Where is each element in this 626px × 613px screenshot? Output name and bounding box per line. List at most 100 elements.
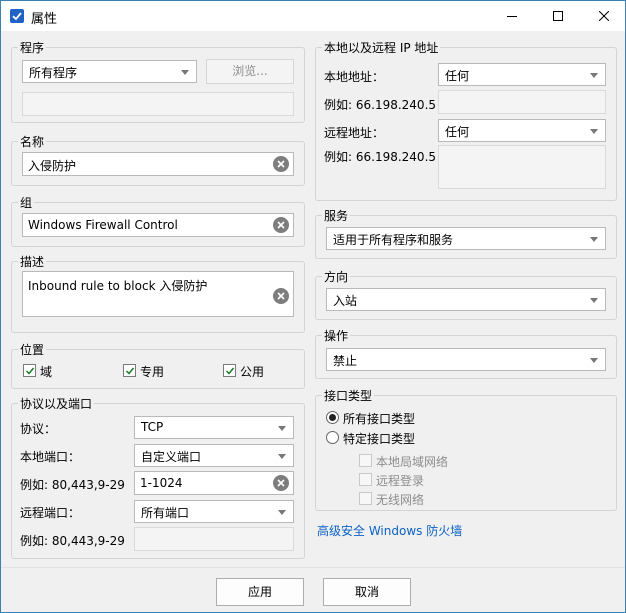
local-address-combo[interactable]: 任何 (438, 63, 606, 86)
direction-combo[interactable]: 入站 (326, 288, 606, 311)
chevron-down-icon (278, 510, 286, 515)
local-port-example: 例如: 80,443,9-29 (20, 478, 125, 492)
local-address-label: 本地地址： (324, 70, 385, 84)
chevron-down-icon (590, 358, 598, 363)
service-value: 适用于所有程序和服务 (333, 233, 454, 247)
local-address-example: 例如: 66.198.240.5 (324, 98, 437, 112)
remote-port-value: 所有端口 (141, 506, 190, 520)
direction-group: 方向 入站 (315, 268, 617, 320)
interface-remote-checkbox[interactable] (359, 473, 372, 486)
program-path-field[interactable] (22, 92, 294, 116)
addresses-legend: 本地以及远程 IP 地址 (322, 39, 441, 56)
chevron-down-icon (278, 426, 286, 431)
clear-group-button[interactable] (273, 217, 289, 233)
description-value: Inbound rule to block 入侵防护 (28, 279, 208, 293)
remote-address-example: 例如: 66.198.240.5 (324, 150, 437, 164)
interface-group: 接口类型 所有接口类型 特定接口类型 本地局域网络 远程登录 无线网络 (315, 387, 617, 511)
protocol-value: TCP (141, 420, 164, 434)
chevron-down-icon (590, 298, 598, 303)
close-icon (599, 11, 609, 21)
clear-icon (277, 292, 285, 300)
location-public-checkbox[interactable] (223, 364, 236, 377)
local-address-input[interactable] (438, 90, 606, 114)
remote-port-example: 例如: 80,443,9-29 (20, 534, 125, 548)
location-group: 位置 域 专用 公用 (11, 341, 305, 389)
description-legend: 描述 (18, 253, 47, 270)
remote-port-label: 远程端口： (20, 506, 81, 520)
description-group: 描述 Inbound rule to block 入侵防护 (11, 253, 305, 333)
group-input[interactable]: Windows Firewall Control (22, 213, 294, 237)
name-group: 名称 入侵防护 (11, 133, 305, 186)
service-group: 服务 适用于所有程序和服务 (315, 207, 617, 259)
program-combo-value: 所有程序 (29, 66, 78, 80)
local-port-label: 本地端口： (20, 450, 81, 464)
location-domain-label: 域 (40, 365, 53, 379)
interface-lan-checkbox[interactable] (359, 454, 372, 467)
window-title: 属性 (31, 12, 58, 27)
location-public-label: 公用 (240, 365, 265, 379)
local-port-combo[interactable]: 自定义端口 (134, 444, 294, 467)
action-group: 操作 禁止 (315, 327, 617, 379)
action-legend: 操作 (322, 327, 351, 344)
remote-address-value: 任何 (445, 125, 470, 139)
addresses-group: 本地以及远程 IP 地址 本地地址： 任何 例如: 66.198.240.5 远… (315, 39, 617, 201)
minimize-button[interactable] (489, 1, 535, 31)
clear-local-port-button[interactable] (273, 475, 289, 491)
group-value: Windows Firewall Control (28, 218, 178, 232)
chevron-down-icon (590, 237, 598, 242)
service-legend: 服务 (322, 207, 351, 224)
local-port-text: 1-1024 (140, 476, 183, 490)
footer-divider (1, 567, 625, 568)
local-address-value: 任何 (445, 69, 470, 83)
properties-dialog: 属性 程序 所有程序 浏览... 名称 入侵防护 组 Windows Firew… (0, 0, 626, 613)
interface-all-label: 所有接口类型 (343, 412, 416, 426)
interface-specific-radio[interactable] (326, 431, 339, 444)
name-legend: 名称 (18, 133, 47, 150)
clear-name-button[interactable] (273, 156, 289, 172)
protocol-ports-group: 协议以及端口 协议： TCP 本地端口： 自定义端口 例如: 80,443,9-… (11, 395, 305, 559)
protocol-combo[interactable]: TCP (134, 416, 294, 439)
direction-value: 入站 (333, 294, 358, 308)
close-button[interactable] (581, 1, 626, 31)
interface-wireless-label: 无线网络 (376, 493, 425, 507)
interface-all-radio[interactable] (326, 411, 339, 424)
advanced-security-link[interactable]: 高级安全 Windows 防火墙 (317, 522, 462, 539)
remote-address-label: 远程地址： (324, 126, 385, 140)
action-value: 禁止 (333, 354, 358, 368)
apply-button[interactable]: 应用 (216, 578, 304, 606)
local-port-input[interactable]: 1-1024 (134, 471, 294, 495)
title-bar: 属性 (1, 1, 625, 31)
chevron-down-icon (278, 454, 286, 459)
chevron-down-icon (590, 129, 598, 134)
remote-port-input[interactable] (134, 527, 294, 551)
group-group: 组 Windows Firewall Control (11, 194, 305, 247)
protocol-label: 协议： (20, 422, 57, 436)
remote-port-combo[interactable]: 所有端口 (134, 500, 294, 523)
interface-legend: 接口类型 (322, 387, 375, 404)
remote-address-input[interactable] (438, 145, 606, 189)
service-combo[interactable]: 适用于所有程序和服务 (326, 227, 606, 250)
maximize-button[interactable] (535, 1, 581, 31)
location-domain-checkbox[interactable] (23, 364, 36, 377)
group-legend: 组 (18, 194, 35, 211)
description-input[interactable]: Inbound rule to block 入侵防护 (22, 271, 294, 317)
cancel-button[interactable]: 取消 (323, 578, 411, 606)
clear-icon (277, 221, 285, 229)
name-value: 入侵防护 (28, 159, 77, 173)
direction-legend: 方向 (322, 268, 351, 285)
program-group: 程序 所有程序 浏览... (11, 39, 305, 123)
check-icon (25, 367, 35, 375)
interface-wireless-checkbox[interactable] (359, 492, 372, 505)
remote-address-combo[interactable]: 任何 (438, 119, 606, 142)
protocol-ports-legend: 协议以及端口 (18, 395, 95, 412)
name-input[interactable]: 入侵防护 (22, 152, 294, 176)
chevron-down-icon (590, 73, 598, 78)
action-combo[interactable]: 禁止 (326, 348, 606, 371)
location-private-checkbox[interactable] (123, 364, 136, 377)
local-port-value: 自定义端口 (141, 450, 202, 464)
minimize-icon (507, 16, 517, 17)
clear-description-button[interactable] (273, 288, 289, 304)
program-combo[interactable]: 所有程序 (22, 60, 197, 83)
check-icon (125, 367, 135, 375)
browse-button[interactable]: 浏览... (206, 59, 294, 84)
